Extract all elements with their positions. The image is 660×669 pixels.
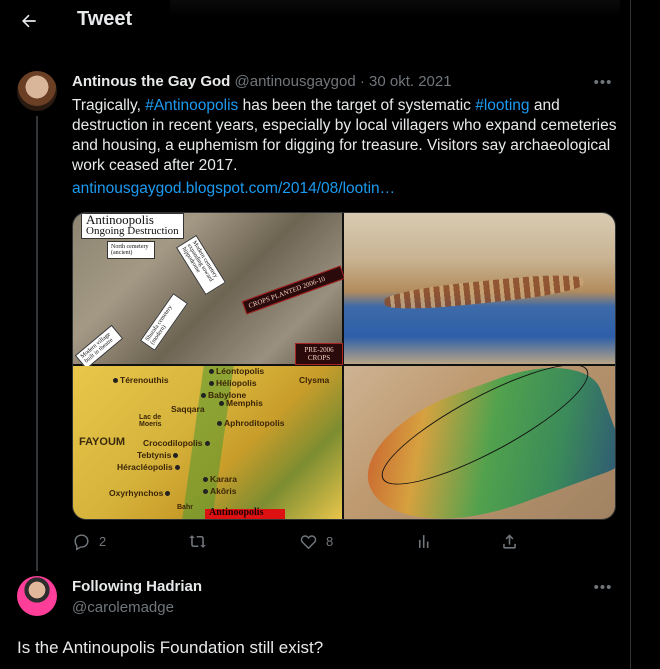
painting-image[interactable]: [344, 213, 615, 364]
map-label: FAYOUM: [79, 436, 126, 448]
satellite-title: Antinoopolis Ongoing Destruction: [81, 213, 184, 239]
label-box: Modern cemetery expanding toward hippodr…: [175, 234, 227, 296]
tweet-text-part: has been the target of systematic: [238, 97, 476, 114]
label-box: North cemetery (ancient): [107, 241, 155, 259]
retweet-icon: [189, 534, 206, 548]
tweet-link[interactable]: antinousgaygod.blogspot.com/2014/08/loot…: [72, 180, 395, 198]
label-box: CROPS PLANTED 2006-10: [241, 265, 346, 315]
back-button[interactable]: [15, 7, 43, 35]
terrain-image[interactable]: [344, 344, 615, 519]
like-icon: [300, 534, 317, 549]
map-label: Crocodilopolis: [143, 438, 212, 448]
separator: ·: [359, 73, 365, 90]
map-image[interactable]: Térenouthis Léontopolis Héliopolis Babyl…: [73, 366, 342, 519]
page-title: Tweet: [77, 8, 133, 30]
map-label: Memphis: [219, 398, 263, 408]
label-box: Shurafa cemetery (modern): [139, 293, 189, 351]
tweet-date[interactable]: 30 okt. 2021: [369, 73, 452, 90]
map-label: Léontopolis: [209, 366, 264, 376]
tweet-media[interactable]: Antinoopolis Ongoing Destruction North c…: [72, 212, 616, 520]
reply-text: Is the Antinoupolis Foundation still exi…: [17, 638, 324, 657]
more-button[interactable]: •••: [593, 72, 613, 92]
tweet-actions: 2 8: [72, 529, 542, 553]
analytics-button[interactable]: [415, 529, 434, 553]
reply-button[interactable]: 2: [72, 529, 106, 553]
label-box: PRE-2006 CROPS: [295, 343, 343, 365]
avatar[interactable]: [17, 71, 57, 111]
label-box: Modern village built in theatre: [74, 324, 124, 370]
retweet-button[interactable]: [188, 529, 215, 553]
city-illustration: [383, 270, 585, 314]
hashtag-link[interactable]: #Antinoopolis: [145, 97, 238, 114]
reply-author-handle[interactable]: @carolemadge: [72, 599, 174, 616]
map-label: Saqqara: [171, 404, 205, 414]
satellite-title-line: Antinoopolis: [86, 212, 154, 227]
tweet-text-part: Tragically,: [72, 97, 146, 114]
like-count: 8: [326, 533, 334, 549]
author-handle[interactable]: @antinousgaygod: [235, 73, 356, 90]
map-label: Karara: [203, 474, 237, 484]
author-name[interactable]: Antinous the Gay God: [72, 73, 230, 90]
like-button[interactable]: 8: [299, 529, 333, 553]
tweet-text: Tragically, #Antinoopolis has been the t…: [72, 96, 620, 176]
share-button[interactable]: [500, 529, 519, 553]
map-label: Lac de Moeris: [139, 414, 162, 428]
reply-handle-row: @carolemadge: [72, 599, 174, 616]
map-label: Oxyrhynchos: [109, 488, 172, 498]
reply-more-button[interactable]: •••: [593, 577, 613, 597]
more-icon: •••: [593, 578, 613, 596]
reply-avatar[interactable]: [17, 576, 57, 616]
reply-count: 2: [99, 533, 107, 549]
reply-author-name[interactable]: Following Hadrian: [72, 578, 202, 595]
map-label: Héliopolis: [209, 378, 257, 388]
map-label: Térenouthis: [113, 375, 169, 385]
hashtag-link[interactable]: #looting: [475, 97, 529, 114]
tweet-author-row: Antinous the Gay God @antinousgaygod · 3…: [72, 73, 452, 90]
reply-author-name-row: Following Hadrian: [72, 578, 202, 595]
map-label: Bahr: [177, 504, 193, 511]
column-border: [630, 0, 631, 669]
highlight-label: Antinoopolis: [205, 507, 285, 519]
satellite-title-line: Ongoing Destruction: [86, 225, 179, 237]
share-icon: [503, 533, 516, 549]
satellite-image[interactable]: Antinoopolis Ongoing Destruction North c…: [73, 213, 346, 370]
thread-line: [36, 116, 38, 571]
map-label: Clysma: [299, 375, 330, 385]
more-icon: •••: [593, 73, 613, 91]
back-arrow-icon: [22, 14, 36, 28]
map-label: Tebtynis: [137, 450, 180, 460]
analytics-icon: [418, 534, 429, 548]
header-backdrop: [170, 0, 620, 16]
map-label: Akôris: [203, 486, 236, 496]
map-label: Aphroditopolis: [217, 418, 284, 428]
map-label: Héracléopolis: [117, 462, 182, 472]
reply-icon: [74, 533, 89, 551]
tweet-header: Tweet: [0, 0, 630, 42]
